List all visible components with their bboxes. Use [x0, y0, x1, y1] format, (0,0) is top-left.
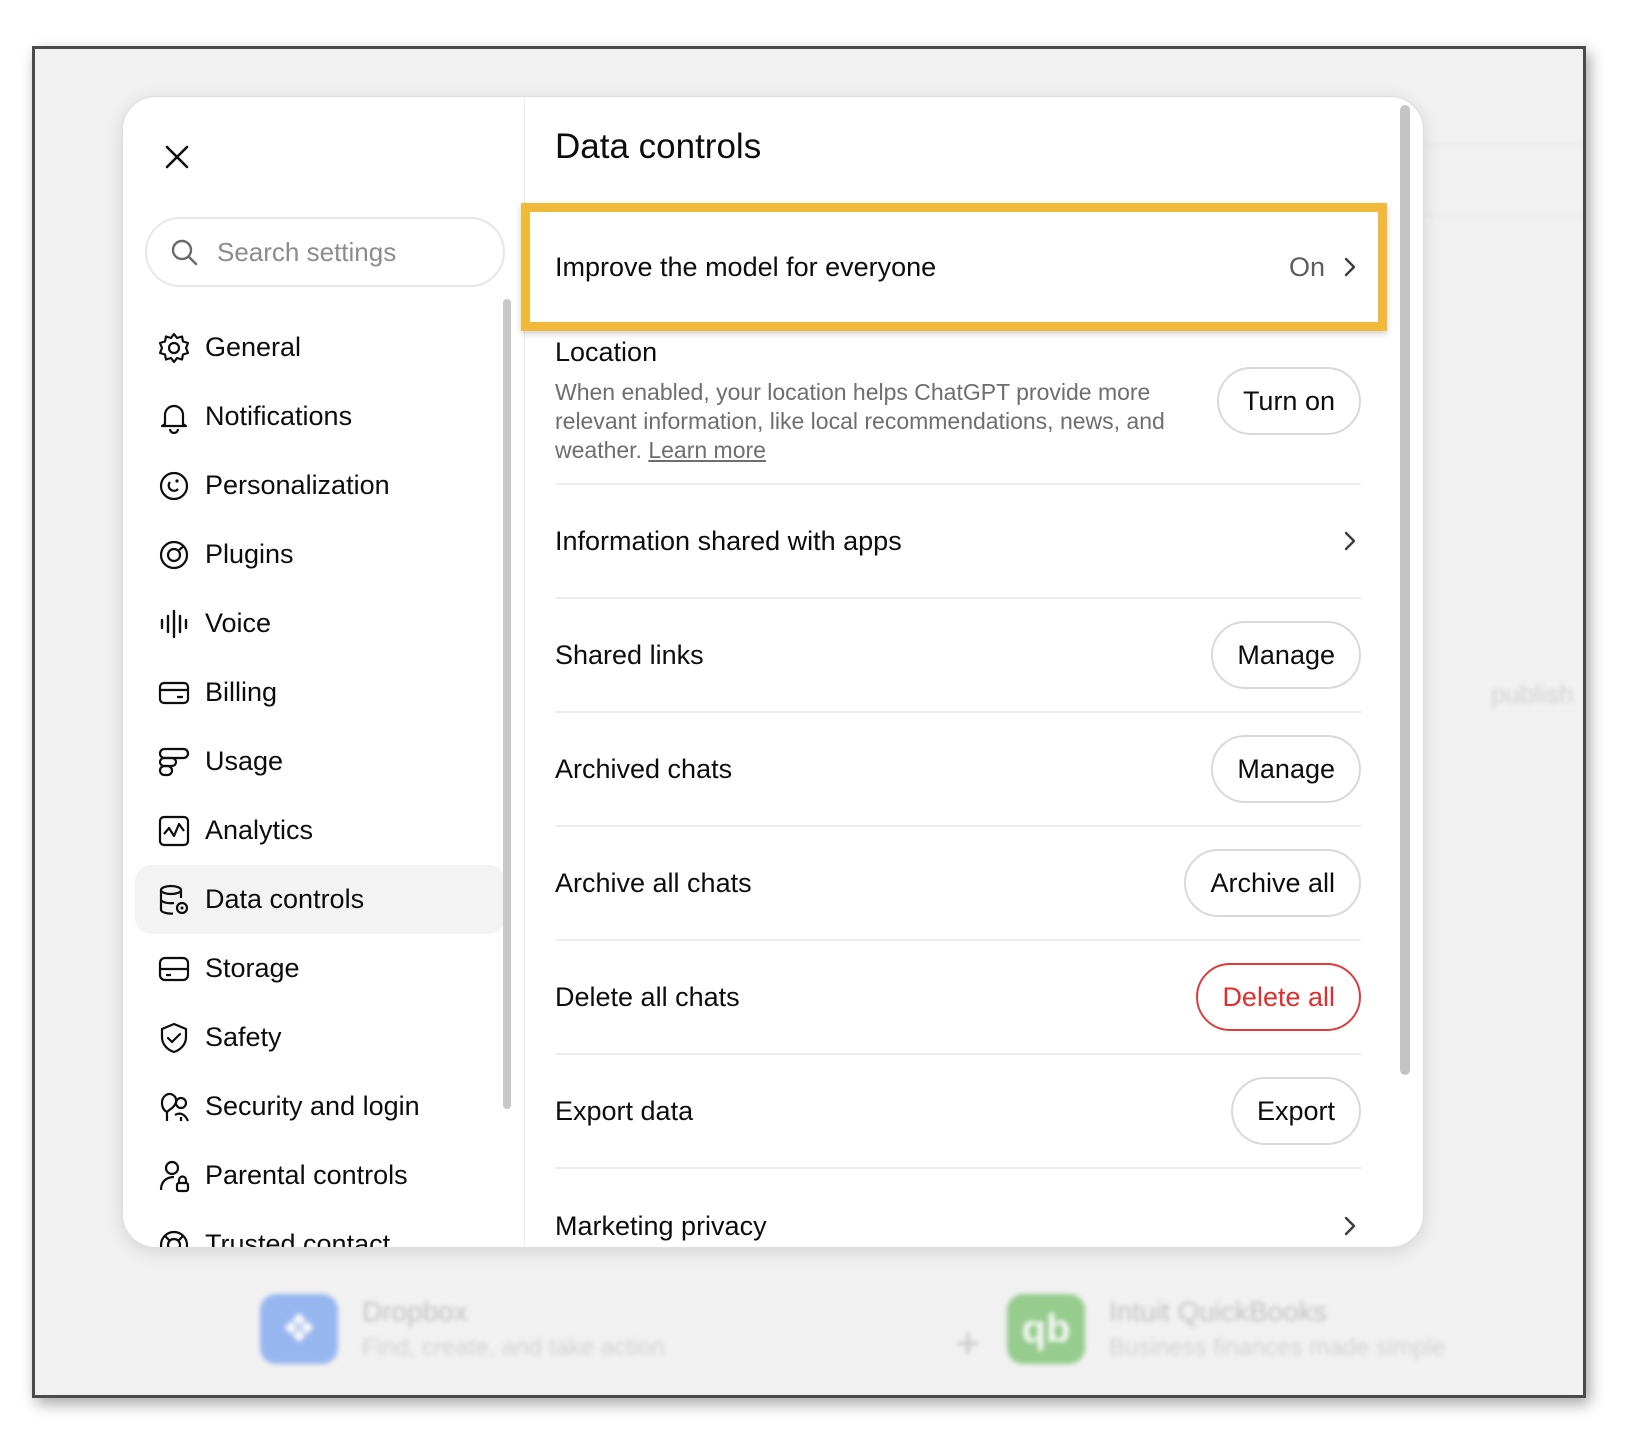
- parental-controls-icon: [157, 1159, 191, 1193]
- information-shared-with-apps-row[interactable]: Information shared with apps: [555, 485, 1361, 599]
- marketing-privacy-row[interactable]: Marketing privacy: [555, 1169, 1361, 1247]
- security-icon: [157, 1090, 191, 1124]
- gear-icon: [157, 331, 191, 365]
- archive-all-chats-row: Archive all chats Archive all: [555, 827, 1361, 941]
- sidebar-item-voice[interactable]: Voice: [135, 589, 505, 658]
- plugins-icon: [157, 538, 191, 572]
- sidebar-item-personalization[interactable]: Personalization: [135, 451, 505, 520]
- personalization-icon: [157, 469, 191, 503]
- improve-model-label: Improve the model for everyone: [555, 251, 937, 282]
- delete-all-label: Delete all chats: [555, 981, 740, 1012]
- archive-all-button[interactable]: Archive all: [1184, 849, 1361, 917]
- search-icon: [171, 239, 198, 266]
- sidebar-item-trusted-contact[interactable]: Trusted contact: [135, 1210, 505, 1248]
- improve-model-row[interactable]: Improve the model for everyone On: [555, 215, 1361, 319]
- info-apps-label: Information shared with apps: [555, 525, 902, 556]
- sidebar-item-safety[interactable]: Safety: [135, 1003, 505, 1072]
- content-scrollbar[interactable]: [1400, 105, 1410, 1075]
- sidebar-item-general[interactable]: General: [135, 313, 505, 382]
- sidebar-item-label: Trusted contact: [205, 1229, 391, 1248]
- chevron-right-icon: [1344, 1216, 1356, 1236]
- delete-all-button[interactable]: Delete all: [1196, 963, 1361, 1031]
- sidebar-item-label: General: [205, 332, 302, 362]
- bg-publish-text: publish: [1491, 679, 1574, 709]
- page-title: Data controls: [555, 127, 762, 166]
- location-label: Location: [555, 337, 658, 367]
- location-row: Location When enabled, your location hel…: [555, 337, 1361, 485]
- settings-sidebar: General Notifications Personalization Pl…: [123, 97, 525, 1247]
- sidebar-item-storage[interactable]: Storage: [135, 934, 505, 1003]
- bg-app-desc: Business finances made simple: [1109, 1334, 1446, 1361]
- settings-modal: General Notifications Personalization Pl…: [122, 96, 1424, 1248]
- sidebar-item-label: Security and login: [205, 1091, 420, 1121]
- delete-all-chats-row: Delete all chats Delete all: [555, 941, 1361, 1055]
- sidebar-item-label: Safety: [205, 1022, 282, 1052]
- sidebar-item-label: Usage: [205, 746, 284, 776]
- turn-on-location-button[interactable]: Turn on: [1216, 367, 1361, 435]
- sidebar-item-label: Voice: [205, 608, 272, 638]
- sidebar-item-notifications[interactable]: Notifications: [135, 382, 505, 451]
- sidebar-item-label: Plugins: [205, 539, 294, 569]
- sidebar-item-label: Personalization: [205, 470, 390, 500]
- close-icon: [165, 145, 189, 169]
- export-data-label: Export data: [555, 1095, 694, 1126]
- location-description-text: When enabled, your location helps ChatGP…: [555, 379, 1165, 463]
- marketing-privacy-label: Marketing privacy: [555, 1210, 767, 1241]
- sidebar-item-security-and-login[interactable]: Security and login: [135, 1072, 505, 1141]
- usage-icon: [157, 745, 191, 779]
- sidebar-item-parental-controls[interactable]: Parental controls: [135, 1141, 505, 1210]
- improve-model-value: On: [1288, 251, 1325, 282]
- bg-plus-icon: +: [955, 1319, 981, 1368]
- data-controls-panel: Data controls Improve the model for ever…: [521, 97, 1423, 1247]
- search-field[interactable]: [145, 217, 505, 287]
- bg-app-card-quickbooks: qb Intuit QuickBooks Business finances m…: [1007, 1294, 1445, 1364]
- shared-links-label: Shared links: [555, 639, 704, 670]
- chevron-right-icon: [1344, 531, 1356, 551]
- bg-app-card-dropbox: ❖ Dropbox Find, create, and take action: [260, 1294, 665, 1364]
- bg-divider: [1405, 144, 1583, 146]
- shield-check-icon: [157, 1021, 191, 1055]
- bg-app-name: Dropbox: [362, 1296, 468, 1327]
- sidebar-item-label: Notifications: [205, 401, 353, 431]
- sidebar-item-label: Data controls: [205, 884, 365, 914]
- sidebar-item-data-controls[interactable]: Data controls: [135, 865, 505, 934]
- chevron-right-icon: [1344, 257, 1356, 277]
- sidebar-item-label: Analytics: [205, 815, 314, 845]
- sidebar-item-label: Storage: [205, 953, 300, 983]
- analytics-icon: [157, 814, 191, 848]
- settings-nav: General Notifications Personalization Pl…: [135, 313, 505, 1248]
- search-input[interactable]: [217, 236, 497, 268]
- export-button[interactable]: Export: [1230, 1077, 1361, 1145]
- manage-archived-chats-button[interactable]: Manage: [1211, 735, 1361, 803]
- manage-shared-links-button[interactable]: Manage: [1211, 621, 1361, 689]
- voice-waveform-icon: [157, 607, 191, 641]
- sidebar-item-usage[interactable]: Usage: [135, 727, 505, 796]
- bg-app-name: Intuit QuickBooks: [1109, 1296, 1327, 1327]
- credit-card-icon: [157, 676, 191, 710]
- location-description: When enabled, your location helps ChatGP…: [555, 378, 1185, 465]
- bell-icon: [157, 400, 191, 434]
- learn-more-link[interactable]: Learn more: [648, 437, 766, 463]
- sidebar-item-analytics[interactable]: Analytics: [135, 796, 505, 865]
- storage-icon: [157, 952, 191, 986]
- sidebar-scrollbar[interactable]: [503, 299, 511, 1109]
- archive-all-label: Archive all chats: [555, 867, 752, 898]
- sidebar-item-label: Parental controls: [205, 1160, 408, 1190]
- bg-divider: [1405, 214, 1583, 216]
- sidebar-item-label: Billing: [205, 677, 278, 707]
- database-gear-icon: [157, 883, 191, 917]
- quickbooks-icon: qb: [1007, 1294, 1085, 1364]
- shared-links-row: Shared links Manage: [555, 599, 1361, 713]
- lifebuoy-icon: [157, 1228, 191, 1247]
- bg-app-desc: Find, create, and take action: [362, 1334, 665, 1361]
- export-data-row: Export data Export: [555, 1055, 1361, 1169]
- sidebar-item-plugins[interactable]: Plugins: [135, 520, 505, 589]
- archived-chats-label: Archived chats: [555, 753, 733, 784]
- close-button[interactable]: [161, 141, 193, 173]
- archived-chats-row: Archived chats Manage: [555, 713, 1361, 827]
- sidebar-item-billing[interactable]: Billing: [135, 658, 505, 727]
- dropbox-icon: ❖: [260, 1294, 338, 1364]
